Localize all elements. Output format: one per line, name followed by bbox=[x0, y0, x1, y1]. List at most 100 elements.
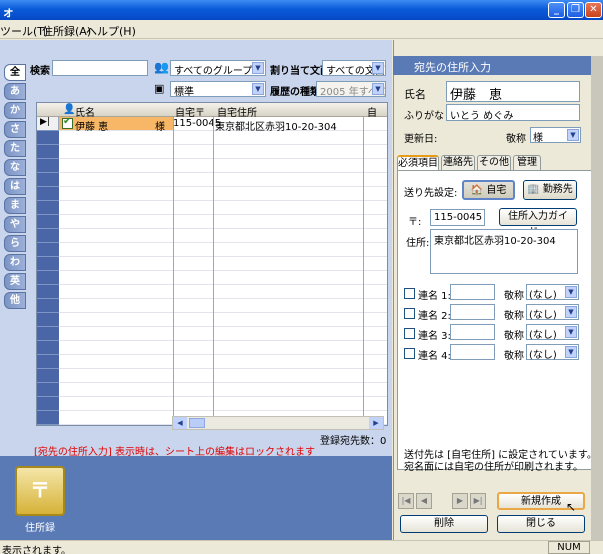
alpha-tab-ta[interactable]: た bbox=[4, 140, 26, 157]
grid-header: 👤 氏名 自宅〒 自宅住所 自 bbox=[37, 103, 387, 119]
alpha-tab-wa[interactable]: わ bbox=[4, 254, 26, 271]
history-label: 履歴の種類 bbox=[270, 87, 320, 98]
chevron-down-icon: ▼ bbox=[565, 346, 577, 358]
send-label: 送り先設定: bbox=[404, 188, 458, 199]
joint-honorific-select[interactable]: (なし) ▼ bbox=[526, 304, 579, 321]
zip-field[interactable]: 115-0045 bbox=[430, 209, 485, 226]
empty-rows bbox=[59, 131, 387, 425]
alpha-tab-en[interactable]: 英 bbox=[4, 273, 26, 290]
alpha-tab-ma[interactable]: ま bbox=[4, 197, 26, 214]
scroll-left-icon[interactable]: ◀ bbox=[173, 417, 187, 429]
kana-label: ふりがな bbox=[404, 111, 444, 122]
joint-name-field[interactable] bbox=[450, 304, 495, 320]
view-icon: ▣ bbox=[154, 82, 165, 95]
alpha-tab-ka[interactable]: か bbox=[4, 102, 26, 119]
alpha-tab-other[interactable]: 他 bbox=[4, 292, 26, 309]
name-field[interactable]: 伊藤 恵 bbox=[446, 81, 580, 102]
row-header-selected[interactable]: ▶| bbox=[37, 117, 59, 131]
alpha-tab-ya[interactable]: や bbox=[4, 216, 26, 233]
joint-label: 連名 2: bbox=[418, 311, 451, 322]
joint-label: 連名 4: bbox=[418, 351, 451, 362]
tab-contact[interactable]: 連絡先 bbox=[441, 155, 475, 170]
address-book-label: 住所録 bbox=[25, 523, 55, 534]
joint-honorific-select[interactable]: (なし) ▼ bbox=[526, 284, 579, 301]
alpha-tab-a[interactable]: あ bbox=[4, 83, 26, 100]
panel-title: 宛先の住所入力 bbox=[414, 61, 491, 74]
maximize-button[interactable]: ❐ bbox=[567, 2, 584, 18]
alpha-tab-sa[interactable]: さ bbox=[4, 121, 26, 138]
panel-tabs: 必須項目 連絡先 その他 管理 bbox=[397, 155, 593, 171]
home-toggle-label: 自宅 bbox=[486, 185, 507, 196]
chevron-down-icon: ▼ bbox=[565, 306, 577, 318]
chevron-down-icon: ▼ bbox=[567, 129, 579, 141]
first-record-icon[interactable]: |◀ bbox=[398, 493, 414, 509]
joint-checkbox[interactable] bbox=[404, 328, 415, 339]
view-select[interactable]: 標準 ▼ bbox=[170, 81, 266, 97]
col-divider bbox=[363, 117, 364, 425]
joint-honorific-select[interactable]: (なし) ▼ bbox=[526, 344, 579, 361]
horizontal-scrollbar[interactable]: ◀ ▶ bbox=[172, 416, 384, 430]
search-label: 検索 bbox=[30, 66, 50, 77]
address-field[interactable]: 東京都北区赤羽10-20-304 bbox=[430, 229, 578, 274]
status-bar: 表示されます。 NUM bbox=[0, 540, 603, 554]
alpha-tab-na[interactable]: な bbox=[4, 159, 26, 176]
row-headers bbox=[37, 131, 59, 425]
close-panel-button[interactable]: 閉じる bbox=[497, 515, 585, 533]
history-select: 2005 年すべて ▼ bbox=[316, 81, 386, 97]
joint-checkbox[interactable] bbox=[404, 348, 415, 359]
delete-button[interactable]: 削除 bbox=[400, 515, 488, 533]
joint-honorific-value: (なし) bbox=[529, 330, 557, 341]
right-scrollbar[interactable] bbox=[591, 56, 603, 540]
name-col-icon: 👤 bbox=[63, 104, 76, 115]
row-pointer-icon: ▶| bbox=[40, 117, 50, 127]
work-toggle-label: 勤務先 bbox=[542, 184, 573, 195]
view-select-value: 標準 bbox=[174, 87, 194, 97]
assign-select[interactable]: すべての文面 ▼ bbox=[322, 60, 386, 76]
table-row[interactable]: ✔ 伊藤 恵 様 115-0045 東京都北区赤羽10-20-304 bbox=[59, 116, 387, 133]
tab-manage[interactable]: 管理 bbox=[513, 155, 541, 170]
last-record-icon[interactable]: ▶| bbox=[470, 493, 486, 509]
address-grid[interactable]: 👤 氏名 自宅〒 自宅住所 自 ▶| ✔ 伊藤 恵 様 115-0045 東京都… bbox=[36, 102, 388, 426]
minimize-button[interactable]: _ bbox=[548, 2, 565, 18]
search-input[interactable] bbox=[52, 60, 148, 76]
col-divider bbox=[173, 117, 174, 425]
updated-label: 更新日: bbox=[404, 134, 438, 145]
joint-checkbox[interactable] bbox=[404, 288, 415, 299]
row-checkbox[interactable]: ✔ bbox=[62, 116, 73, 129]
prev-record-icon[interactable]: ◀ bbox=[416, 493, 432, 509]
joint-name-field[interactable] bbox=[450, 284, 495, 300]
num-lock-indicator: NUM bbox=[548, 541, 590, 554]
joint-name-field[interactable] bbox=[450, 324, 495, 340]
menu-help[interactable]: ヘルプ(H) bbox=[86, 23, 136, 39]
scroll-thumb[interactable] bbox=[189, 418, 205, 428]
tab-required[interactable]: 必須項目 bbox=[397, 155, 439, 171]
home-toggle[interactable]: 🏠 自宅 bbox=[462, 180, 515, 200]
address-label: 住所: bbox=[406, 238, 430, 249]
check-icon: ✔ bbox=[63, 116, 72, 127]
next-record-icon[interactable]: ▶ bbox=[452, 493, 468, 509]
alpha-tab-all[interactable]: 全 bbox=[4, 64, 26, 81]
joint-honorific-value: (なし) bbox=[529, 350, 557, 361]
tab-other[interactable]: その他 bbox=[477, 155, 511, 170]
joint-honorific-select[interactable]: (なし) ▼ bbox=[526, 324, 579, 341]
group-select[interactable]: すべてのグループ ▼ bbox=[170, 60, 266, 76]
honorific-select[interactable]: 様 ▼ bbox=[530, 127, 581, 144]
joint-checkbox[interactable] bbox=[404, 308, 415, 319]
joint-name-field[interactable] bbox=[450, 344, 495, 360]
group-select-value: すべてのグループ bbox=[174, 66, 253, 76]
chevron-down-icon: ▼ bbox=[372, 62, 384, 74]
scroll-right-icon[interactable]: ▶ bbox=[369, 417, 383, 429]
kana-field[interactable]: いとう めぐみ bbox=[446, 104, 580, 121]
address-book-icon[interactable]: 〒 bbox=[15, 466, 65, 516]
chevron-down-icon: ▼ bbox=[372, 83, 384, 95]
work-toggle[interactable]: 🏢 勤務先 bbox=[523, 180, 577, 200]
menu-address-book[interactable]: 住所録(A) bbox=[42, 23, 91, 39]
alpha-tab-ra[interactable]: ら bbox=[4, 235, 26, 252]
address-guide-button[interactable]: 住所入力ガイド... bbox=[499, 208, 577, 238]
alpha-tabs: 全 あ か さ た な は ま や ら わ 英 他 bbox=[4, 64, 26, 322]
chevron-down-icon: ▼ bbox=[565, 326, 577, 338]
close-button[interactable]: ✕ bbox=[585, 2, 602, 18]
honorific-label: 敬称 bbox=[506, 134, 526, 145]
joint-honorific-value: (なし) bbox=[529, 290, 557, 301]
alpha-tab-ha[interactable]: は bbox=[4, 178, 26, 195]
